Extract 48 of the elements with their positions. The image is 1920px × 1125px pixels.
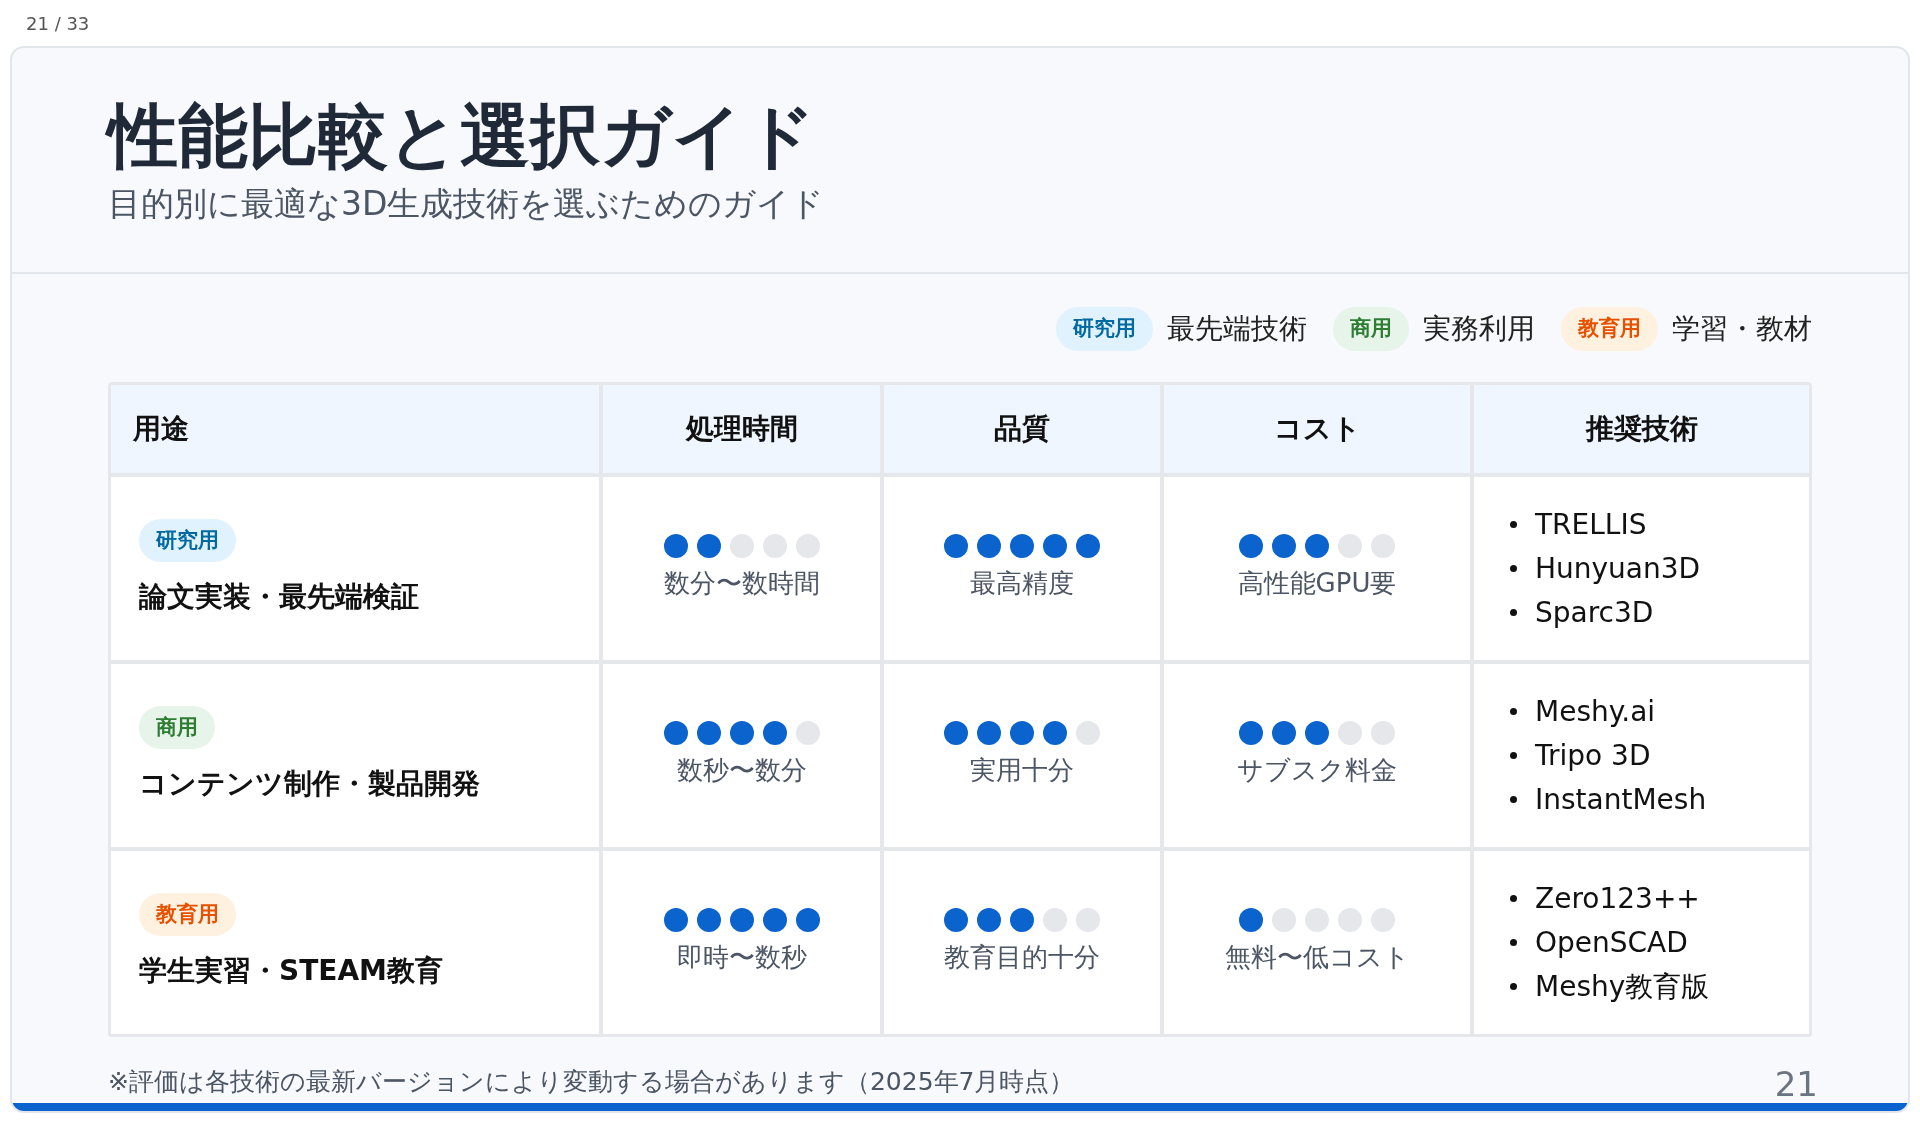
bullet-icon [1510, 565, 1517, 572]
page-indicator: 21 / 33 [26, 11, 90, 36]
category-badge: 教育用 [1561, 307, 1658, 351]
rating-label: 最高精度 [970, 567, 1074, 600]
column-header: コスト [1164, 385, 1470, 473]
rating-label: サブスク料金 [1237, 754, 1397, 787]
bullet-icon [1510, 895, 1517, 902]
column-header: 推奨技術 [1474, 385, 1809, 473]
legend-label: 実務利用 [1423, 311, 1535, 347]
slide-subtitle: 目的別に最適な3D生成技術を選ぶためのガイド [108, 183, 825, 225]
category-badge: 研究用 [1056, 307, 1153, 351]
bullet-icon [1510, 752, 1517, 759]
use-case-label: 論文実装・最先端検証 [139, 579, 419, 616]
rating-label: 無料〜低コスト [1224, 941, 1410, 974]
technology-name: Sparc3D [1535, 594, 1654, 631]
category-badge: 研究用 [139, 518, 236, 563]
column-header: 処理時間 [603, 385, 880, 473]
bullet-icon [1510, 708, 1517, 715]
rating-label: 高性能GPU要 [1237, 567, 1397, 600]
legend-label: 学習・教材 [1672, 311, 1812, 347]
technology-name: Zero123++ [1535, 880, 1700, 917]
technology-name: Meshy教育版 [1535, 968, 1710, 1005]
technology-name: Hunyuan3D [1535, 550, 1701, 587]
column-header: 用途 [111, 385, 599, 473]
bullet-icon [1510, 939, 1517, 946]
technology-name: TRELLIS [1535, 506, 1647, 543]
use-case-label: 学生実習・STEAM教育 [139, 953, 443, 990]
rating-label: 数分〜数時間 [663, 567, 820, 600]
technology-name: Meshy.ai [1535, 693, 1656, 730]
column-header: 品質 [884, 385, 1160, 473]
category-badge: 教育用 [139, 892, 236, 937]
category-badge: 商用 [139, 705, 215, 750]
technology-name: OpenSCAD [1535, 924, 1688, 961]
page-number: 21 [1774, 1066, 1818, 1101]
bullet-icon [1510, 983, 1517, 990]
rating-label: 教育目的十分 [944, 941, 1100, 974]
bullet-icon [1510, 521, 1517, 528]
technology-name: Tripo 3D [1535, 737, 1651, 774]
bullet-icon [1510, 609, 1517, 616]
use-case-label: コンテンツ制作・製品開発 [139, 766, 480, 803]
bullet-icon [1510, 796, 1517, 803]
rating-label: 即時〜数秒 [676, 941, 807, 974]
legend-label: 最先端技術 [1167, 311, 1307, 347]
category-badge: 商用 [1333, 307, 1409, 351]
technology-name: InstantMesh [1535, 781, 1707, 818]
rating-label: 数秒〜数分 [676, 754, 807, 787]
footnote: ※評価は各技術の最新バージョンにより変動する場合があります（2025年7月時点） [108, 1066, 1075, 1098]
rating-label: 実用十分 [970, 754, 1074, 787]
